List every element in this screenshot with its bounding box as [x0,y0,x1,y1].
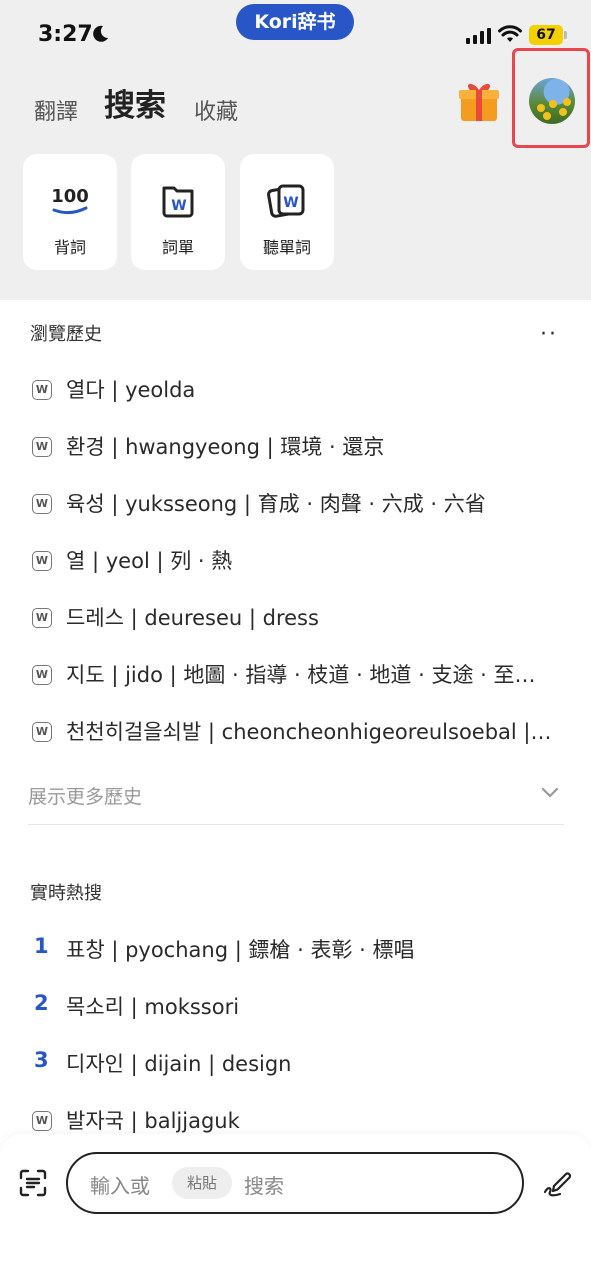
search-input[interactable]: 輸入或 粘貼 搜索 [66,1152,524,1214]
paste-chip[interactable]: 粘貼 [172,1167,232,1199]
card-memorize[interactable]: 100 背詞 [23,154,117,270]
history-item[interactable]: W 드레스 | deureseu | dress [32,600,562,640]
hot-item-text: 발자국 | baljjaguk [66,1109,240,1133]
handwriting-icon[interactable] [542,1168,572,1198]
history-item-text: 육성 | yuksseong | 育成 · 肉聲 · 六成 · 六省 [66,492,486,516]
status-bar: 3:27 Kori辞书 67 [0,0,591,70]
divider [28,824,564,825]
listen-word-icon: W [267,184,305,218]
hot-search-item[interactable]: 1 표창 | pyochang | 鏢槍 · 表彰 · 標唱 [32,932,562,972]
word-icon: W [32,1111,52,1131]
tab-search[interactable]: 搜索 [104,80,166,125]
signal-icon [466,28,491,44]
app-name-badge: Kori辞书 [236,4,354,40]
word-list-icon: W [162,186,194,218]
hot-item-text: 디자인 | dijain | design [66,1052,292,1076]
history-item[interactable]: W 육성 | yuksseong | 育成 · 肉聲 · 六成 · 六省 [32,486,562,526]
svg-text:W: W [171,198,186,214]
show-more-history[interactable]: 展示更多歷史 [28,782,142,809]
word-icon: W [32,494,52,514]
word-icon: W [32,551,52,571]
battery-indicator: 67 [529,25,567,45]
history-item-text: 천천히걸을쇠발 | cheoncheonhigeoreulsoebal |… [66,720,552,744]
history-item-text: 열 | yeol | 列 · 熱 [66,549,233,573]
history-item-text: 열다 | yeolda [66,378,196,402]
hot-item-text: 목소리 | mokssori [66,995,240,1019]
card-label: 背詞 [53,238,86,257]
word-icon: W [32,665,52,685]
history-item[interactable]: W 열 | yeol | 列 · 熱 [32,543,562,583]
status-time: 3:27 [38,22,93,47]
scan-text-icon[interactable] [18,1168,48,1198]
search-placeholder-suffix: 搜索 [244,1174,284,1198]
hot-search-title: 實時熱搜 [30,883,102,904]
card-label: 詞單 [161,238,194,257]
moon-icon [93,25,108,42]
history-item-text: 환경 | hwangyeong | 環境 · 還京 [66,435,385,459]
search-placeholder-prefix: 輸入或 [90,1174,150,1198]
svg-text:100: 100 [51,186,89,207]
card-label: 聽單詞 [262,238,311,257]
gift-icon[interactable] [456,78,502,124]
chevron-down-icon[interactable] [540,786,560,800]
history-item-text: 지도 | jido | 地圖 · 指導 · 枝道 · 地道 · 支途 · 至道… [66,663,556,687]
tab-translate[interactable]: 翻譯 [34,94,78,126]
history-item-text: 드레스 | deureseu | dress [66,606,319,630]
history-item[interactable]: W 지도 | jido | 地圖 · 指導 · 枝道 · 地道 · 支途 · 至… [32,657,562,697]
wifi-icon [498,25,522,42]
hot-search-item[interactable]: 2 목소리 | mokssori [32,989,562,1029]
word-icon: W [32,722,52,742]
rank-number: 1 [34,934,49,958]
tab-favorites[interactable]: 收藏 [194,94,238,126]
history-more-button[interactable]: ·· [540,322,558,347]
rank-number: 3 [34,1048,49,1072]
word-icon: W [32,380,52,400]
card-word-list[interactable]: W 詞單 [131,154,225,270]
100-icon: 100 [51,186,89,215]
history-item[interactable]: W 환경 | hwangyeong | 環境 · 還京 [32,429,562,469]
rank-number: 2 [34,991,49,1015]
word-icon: W [32,437,52,457]
svg-text:W: W [283,195,298,211]
hot-item-text: 표창 | pyochang | 鏢槍 · 表彰 · 標唱 [66,938,415,962]
word-icon: W [32,608,52,628]
history-item[interactable]: W 천천히걸을쇠발 | cheoncheonhigeoreulsoebal |… [32,714,562,754]
hot-search-item[interactable]: 3 디자인 | dijain | design [32,1046,562,1086]
history-item[interactable]: W 열다 | yeolda [32,372,562,412]
card-listen-words[interactable]: W 聽單詞 [240,154,334,270]
avatar[interactable] [529,78,575,124]
bottom-search-bar: 輸入或 粘貼 搜索 [0,1134,591,1280]
history-title: 瀏覽歷史 [30,324,102,345]
battery-level: 67 [536,27,556,43]
